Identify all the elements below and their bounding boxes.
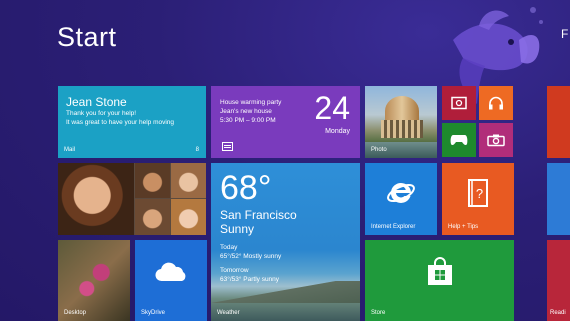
music-tile[interactable] — [479, 86, 513, 120]
cloud-icon — [155, 262, 186, 282]
mail-tile-label: Mail — [64, 147, 76, 153]
calendar-weekday: Monday — [325, 128, 350, 135]
store-tile-label: Store — [371, 310, 386, 316]
weather-landscape-image — [211, 281, 360, 303]
partial-tile[interactable] — [547, 86, 570, 158]
weather-today-forecast: 65°/52° Mostly sunny — [220, 253, 282, 260]
calendar-icon — [222, 142, 233, 151]
mail-unread-count: 8 — [195, 147, 199, 153]
weather-condition: Sunny — [220, 222, 255, 236]
partial-tile[interactable] — [547, 163, 570, 235]
contact-photo — [58, 163, 134, 235]
games-tile[interactable] — [442, 123, 476, 157]
photo-tile[interactable]: Photo — [365, 86, 437, 158]
palace-columns-image — [381, 120, 423, 138]
mail-preview-line-1: Thank you for your help! — [66, 110, 137, 117]
user-name-partial[interactable]: F — [561, 27, 568, 41]
reading-list-tile-partial[interactable]: Readi — [547, 240, 570, 321]
contact-photo — [135, 199, 170, 235]
people-tile[interactable] — [58, 163, 206, 235]
internet-explorer-tile-label: Internet Explorer — [371, 224, 416, 230]
internet-explorer-tile[interactable]: Internet Explorer — [365, 163, 437, 235]
store-tile[interactable]: Store — [365, 240, 514, 321]
desktop-tile-label: Desktop — [64, 310, 87, 316]
camera-tile[interactable] — [479, 123, 513, 157]
mail-tile[interactable]: Jean Stone Thank you for your help! It w… — [58, 86, 206, 158]
skydrive-tile[interactable]: SkyDrive — [135, 240, 207, 321]
reading-list-tile-label: Readi — [550, 310, 566, 316]
calendar-event: House warming party Jean's new house 5:3… — [220, 98, 281, 125]
help-book-icon: ? — [468, 179, 488, 208]
calendar-day-number: 24 — [314, 90, 350, 126]
weather-temperature: 68° — [220, 169, 272, 207]
mail-sender: Jean Stone — [66, 95, 127, 109]
skydrive-tile-label: SkyDrive — [141, 310, 166, 316]
xbox-controller-icon — [450, 135, 468, 146]
store-bag-icon — [427, 257, 452, 286]
contact-photo — [135, 163, 170, 198]
video-tile[interactable] — [442, 86, 476, 120]
camera-icon — [487, 134, 505, 147]
weather-tile[interactable]: 68° San Francisco Sunny Today 65°/52° Mo… — [211, 163, 360, 321]
calendar-event-location: Jean's new house — [220, 108, 272, 115]
svg-text:?: ? — [476, 186, 483, 201]
help-tips-tile-label: Help + Tips — [448, 224, 479, 230]
weather-tile-label: Weather — [217, 310, 240, 316]
video-icon — [451, 96, 467, 110]
page-title: Start — [57, 22, 117, 52]
calendar-event-title: House warming party — [220, 99, 282, 106]
weather-tomorrow-label: Tomorrow — [220, 267, 249, 274]
help-tips-tile[interactable]: ? Help + Tips — [442, 163, 514, 235]
desktop-tile[interactable]: Desktop — [58, 240, 130, 321]
headphones-icon — [489, 96, 503, 110]
photo-tile-label: Photo — [371, 147, 387, 153]
weather-today-label: Today — [220, 244, 238, 251]
contact-photo — [171, 199, 206, 235]
internet-explorer-icon — [387, 183, 415, 204]
weather-city: San Francisco — [220, 208, 297, 222]
mail-preview-line-2: It was great to have your help moving — [66, 119, 175, 126]
contact-photo — [171, 163, 206, 198]
calendar-event-time: 5:30 PM – 9:00 PM — [220, 117, 276, 124]
calendar-tile[interactable]: House warming party Jean's new house 5:3… — [211, 86, 360, 158]
